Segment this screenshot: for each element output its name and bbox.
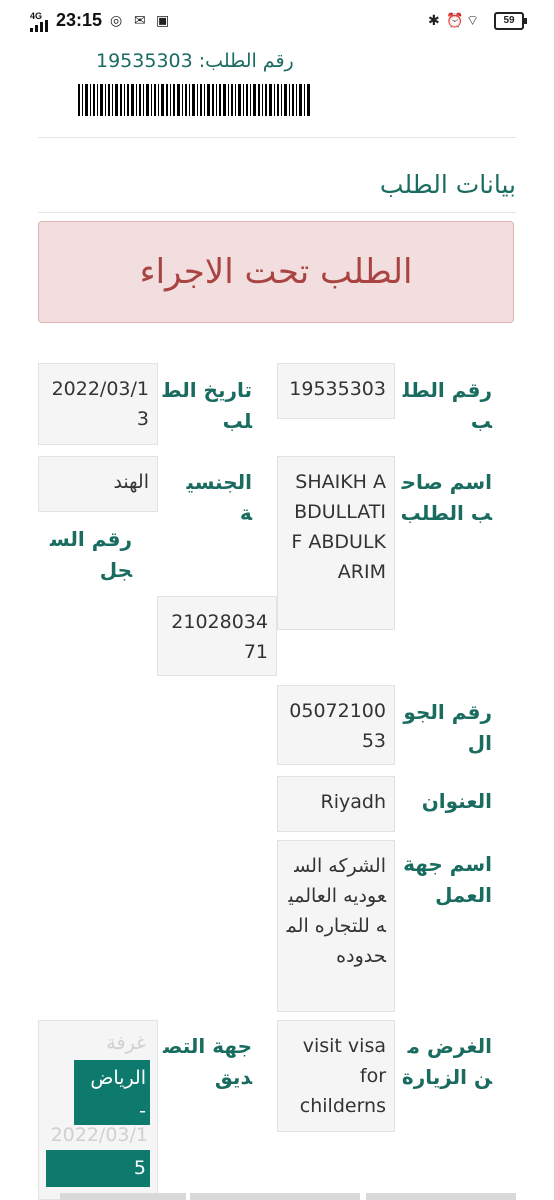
bottom-bar: [366, 1193, 516, 1200]
mobile-value: 0507210053: [277, 685, 395, 765]
visit-purpose-label: الغرض من الزيارة: [401, 1034, 492, 1089]
attestation-date-end: 5: [46, 1150, 150, 1187]
attestation-city: الرياض: [74, 1060, 150, 1097]
bottom-bar: [60, 1193, 186, 1200]
attestation-separator: -: [74, 1097, 150, 1125]
alarm-icon: ⏰: [446, 12, 464, 28]
barcode-image: [78, 84, 310, 116]
address-value: Riyadh: [277, 776, 395, 832]
attestation-date-faded: 2022/03/1: [50, 1124, 148, 1146]
visit-purpose-value: visit visa for childerns: [277, 1020, 395, 1132]
divider: [38, 212, 516, 213]
attestation-faded-text: غرفة: [106, 1032, 146, 1054]
attestation-label: جهة التصديق: [163, 1034, 252, 1089]
wifi-icon: ⌔: [466, 12, 480, 28]
applicant-name-value: SHAIKH ABDULLATIF ABDULKARIM: [277, 456, 395, 630]
divider: [38, 137, 516, 138]
bluetooth-icon: ✱: [428, 12, 440, 28]
request-number-label: رقم الطلب: [402, 378, 492, 433]
clock: 23:15: [56, 10, 103, 30]
instagram-icon: ▣: [156, 12, 170, 28]
registry-number-value: 2102803471: [157, 596, 277, 676]
request-date-label: تاريخ الطلب: [162, 378, 252, 433]
battery-icon: 59: [494, 12, 527, 30]
employer-value: الشركه السعوديه العالميه للتجاره المحدود…: [277, 840, 395, 1012]
chrome-icon: ◎: [110, 12, 123, 28]
applicant-name-label: اسم صاحب الطلب: [400, 470, 492, 525]
nationality-value: الهند: [38, 456, 158, 512]
nationality-label: الجنسية: [186, 470, 252, 525]
request-date-value: 2022/03/13: [38, 363, 158, 445]
order-number-header: رقم الطلب: 19535303: [96, 50, 294, 72]
employer-label: اسم جهة العمل: [403, 852, 492, 907]
status-bar: 4G 23:15 ◎ ✉ ▣ ✱ ⏰ ⌔ 59: [0, 0, 554, 44]
signal-icon: [30, 20, 48, 32]
mobile-label: رقم الجوال: [403, 700, 492, 755]
registry-number-label: رقم السجل: [50, 527, 132, 582]
address-label: العنوان: [421, 789, 492, 813]
status-alert: الطلب تحت الاجراء: [38, 221, 514, 323]
bottom-bar: [190, 1193, 360, 1200]
section-title: بيانات الطلب: [379, 170, 516, 199]
request-number-value: 19535303: [277, 363, 395, 419]
mail-icon: ✉: [134, 12, 146, 28]
